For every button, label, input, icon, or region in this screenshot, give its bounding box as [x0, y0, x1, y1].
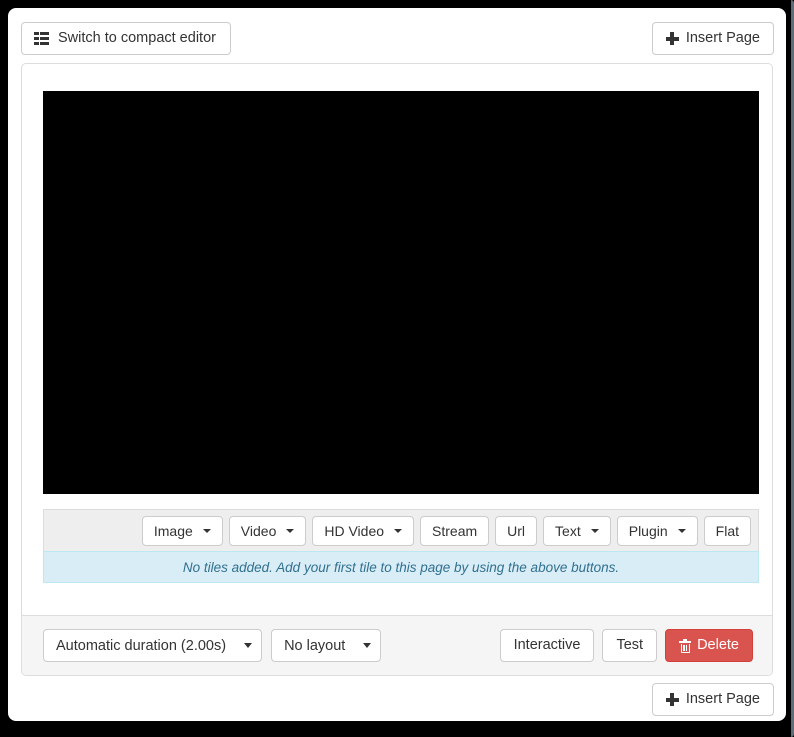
no-tiles-alert: No tiles added. Add your first tile to t… [43, 551, 759, 583]
add-tile-video-label: Video [240, 522, 277, 539]
test-button[interactable]: Test [602, 629, 658, 662]
add-tile-url-label: Url [507, 522, 526, 539]
device-frame: Switch to compact editor Insert Page Ima… [0, 0, 794, 737]
chevron-down-icon [590, 528, 599, 533]
insert-page-top-button[interactable]: Insert Page [651, 22, 774, 55]
layout-select-value: No layout [284, 637, 346, 654]
duration-select-value: Automatic duration (2.00s) [56, 637, 227, 654]
duration-select[interactable]: Automatic duration (2.00s) [43, 629, 263, 662]
layout-select[interactable]: No layout [271, 629, 382, 662]
add-tile-flat-button[interactable]: Flat [703, 515, 751, 546]
chevron-down-icon [202, 528, 211, 533]
switch-to-compact-editor-button[interactable]: Switch to compact editor [21, 22, 231, 55]
add-tile-video-button[interactable]: Video [228, 515, 307, 546]
chevron-down-icon [394, 528, 403, 533]
interactive-button[interactable]: Interactive [499, 629, 595, 662]
interactive-label: Interactive [513, 637, 581, 654]
test-label: Test [616, 637, 644, 654]
insert-page-top-label: Insert Page [685, 30, 760, 47]
add-tile-text-label: Text [555, 522, 581, 539]
add-tile-hd-video-label: HD Video [324, 522, 385, 539]
delete-page-button[interactable]: Delete [665, 629, 753, 662]
trash-icon [679, 638, 692, 653]
delete-label: Delete [697, 637, 739, 654]
plus-icon [665, 32, 679, 45]
footer-left-group: Automatic duration (2.00s) No layout [43, 629, 382, 662]
footer-right-group: Interactive Test Delete [499, 629, 753, 662]
add-tile-stream-label: Stream [432, 522, 478, 539]
chevron-down-icon [244, 643, 253, 648]
top-toolbar: Switch to compact editor Insert Page [8, 8, 786, 57]
chevron-down-icon [363, 643, 372, 648]
add-tile-text-button[interactable]: Text [543, 515, 611, 546]
add-tile-hd-video-button[interactable]: HD Video [312, 515, 415, 546]
add-tile-plugin-label: Plugin [628, 522, 668, 539]
insert-page-bottom-label: Insert Page [685, 691, 760, 708]
add-tile-stream-button[interactable]: Stream [420, 515, 490, 546]
insert-page-bottom-button[interactable]: Insert Page [651, 683, 774, 716]
add-tile-plugin-button[interactable]: Plugin [616, 515, 698, 546]
page-surface: Switch to compact editor Insert Page Ima… [8, 8, 786, 721]
add-tile-url-button[interactable]: Url [495, 515, 538, 546]
chevron-down-icon [677, 528, 686, 533]
switch-to-compact-editor-label: Switch to compact editor [58, 30, 216, 47]
plus-icon [665, 693, 679, 706]
add-tile-image-button[interactable]: Image [141, 515, 223, 546]
chevron-down-icon [286, 528, 295, 533]
page-preview-canvas[interactable] [43, 91, 759, 494]
add-tile-image-label: Image [153, 522, 193, 539]
th-list-icon [34, 32, 49, 45]
tile-type-toolbar: Image Video HD Video Stream Url Text Plu… [43, 509, 759, 551]
add-tile-flat-label: Flat [715, 522, 739, 539]
page-footer-toolbar: Automatic duration (2.00s) No layout Int… [22, 615, 772, 675]
page-editor-panel: Image Video HD Video Stream Url Text Plu… [21, 63, 773, 676]
no-tiles-alert-message: No tiles added. Add your first tile to t… [182, 559, 620, 575]
